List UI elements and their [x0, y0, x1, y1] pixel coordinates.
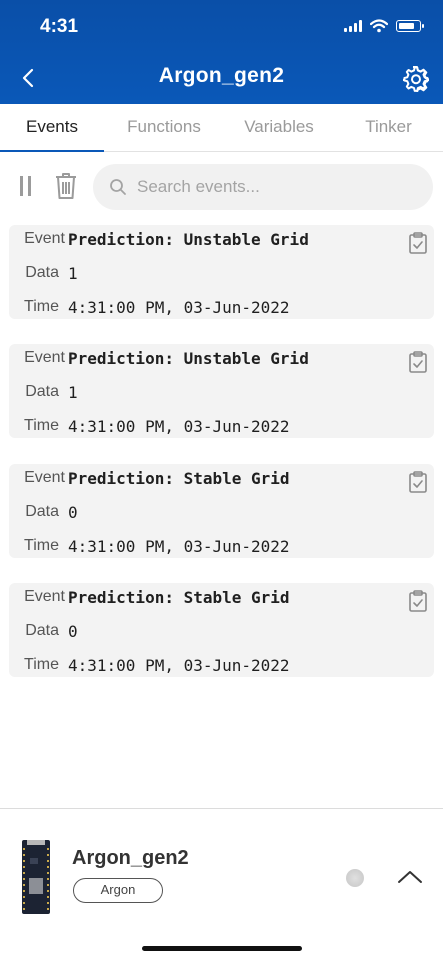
event-label: Event: [24, 469, 65, 486]
tab-tinker[interactable]: Tinker: [334, 104, 443, 151]
chevron-up-icon: [398, 871, 422, 883]
home-indicator: [142, 946, 302, 951]
event-time: 4:31:00 PM, 03-Jun-2022: [68, 416, 290, 436]
device-bar[interactable]: Argon_gen2 Argon: [0, 808, 443, 960]
expand-device-button[interactable]: [396, 867, 424, 887]
device-board-icon: [22, 840, 50, 914]
tab-label: Tinker: [365, 117, 412, 136]
device-status-indicator: [346, 869, 364, 887]
copy-event-button[interactable]: [408, 471, 428, 493]
tab-label: Variables: [244, 117, 314, 136]
tab-bar: Events Functions Variables Tinker: [0, 104, 443, 152]
event-time: 4:31:00 PM, 03-Jun-2022: [68, 297, 290, 317]
event-data: 0: [68, 502, 78, 522]
pause-button[interactable]: [18, 176, 36, 198]
event-card: Event Prediction: Unstable Grid Data 1 T…: [9, 344, 434, 438]
event-time: 4:31:00 PM, 03-Jun-2022: [68, 655, 290, 675]
tab-variables[interactable]: Variables: [224, 104, 334, 151]
clipboard-check-icon: [409, 590, 427, 612]
event-card: Event Prediction: Stable Grid Data 0 Tim…: [9, 583, 434, 677]
status-time: 4:31: [40, 16, 79, 37]
trash-icon: [56, 173, 76, 199]
event-data: 1: [68, 382, 78, 402]
event-card: Event Prediction: Stable Grid Data 0 Tim…: [9, 464, 434, 558]
data-label: Data: [25, 383, 59, 400]
event-label: Event: [24, 588, 65, 605]
wifi-icon: [370, 19, 388, 33]
event-name: Prediction: Stable Grid: [68, 587, 290, 607]
clipboard-check-icon: [409, 351, 427, 373]
clipboard-check-icon: [409, 471, 427, 493]
tab-events[interactable]: Events: [0, 104, 104, 152]
cellular-signal-icon: [344, 20, 362, 32]
event-name: Prediction: Unstable Grid: [68, 348, 309, 368]
event-card: Event Prediction: Unstable Grid Data 1 T…: [9, 225, 434, 319]
data-label: Data: [25, 503, 59, 520]
device-type-badge: Argon: [73, 878, 163, 903]
event-label: Event: [24, 230, 65, 247]
event-label: Event: [24, 349, 65, 366]
event-time: 4:31:00 PM, 03-Jun-2022: [68, 536, 290, 556]
page-title: Argon_gen2: [158, 64, 285, 87]
copy-event-button[interactable]: [408, 351, 428, 373]
data-label: Data: [25, 622, 59, 639]
clipboard-check-icon: [409, 232, 427, 254]
tab-functions[interactable]: Functions: [104, 104, 224, 151]
event-name: Prediction: Stable Grid: [68, 468, 290, 488]
gear-icon: [403, 66, 429, 93]
tab-label: Functions: [127, 117, 201, 136]
copy-event-button[interactable]: [408, 232, 428, 254]
search-box: [93, 164, 433, 210]
events-toolbar: [0, 160, 443, 214]
app-header: 4:31 Argon_gen2: [0, 0, 443, 104]
time-label: Time: [24, 298, 59, 315]
event-data: 1: [68, 263, 78, 283]
tab-label: Events: [26, 117, 78, 136]
time-label: Time: [24, 656, 59, 673]
time-label: Time: [24, 417, 59, 434]
device-name: Argon_gen2: [72, 847, 189, 869]
data-label: Data: [25, 264, 59, 281]
clear-events-button[interactable]: [54, 172, 78, 200]
search-input[interactable]: [137, 164, 417, 210]
settings-button[interactable]: [401, 64, 429, 93]
search-icon: [110, 179, 126, 195]
battery-icon: [396, 20, 424, 32]
event-data: 0: [68, 621, 78, 641]
copy-event-button[interactable]: [408, 590, 428, 612]
time-label: Time: [24, 537, 59, 554]
status-icons: [344, 19, 424, 33]
event-name: Prediction: Unstable Grid: [68, 229, 309, 249]
